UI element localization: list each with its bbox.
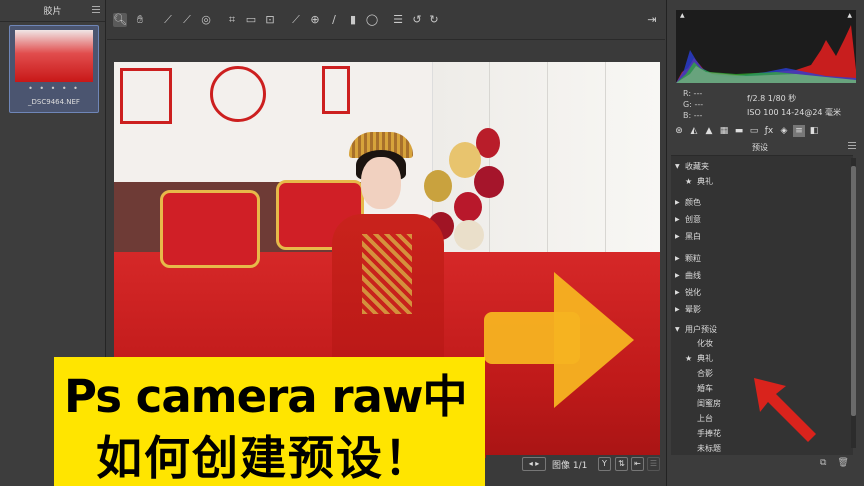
scrollbar-thumb[interactable]: [851, 166, 856, 416]
straighten-icon[interactable]: ▭: [244, 13, 258, 27]
filmstrip-thumbnail[interactable]: • • • • • _DSC9464.NEF: [9, 25, 99, 113]
image-count: 图像 1/1: [552, 461, 588, 471]
filmstrip-title: 胶片: [43, 7, 62, 17]
caption-line-1: Ps camera raw中: [64, 370, 467, 423]
thumbnail-filename: _DSC9464.NEF: [28, 98, 80, 106]
toolbar: 🔍︎ ✋︎ ⟋ ⟋ ◎ ⌗ ▭ ⊡ ⟋ ⊕ ∕ ▮ ◯ ☰ ↺ ↻ ⇥: [107, 0, 665, 40]
presets-menu-icon[interactable]: [848, 142, 856, 150]
iso-lens: ISO 100 14-24@24 毫米: [747, 108, 842, 117]
collapsed-icon: ▶: [675, 289, 680, 296]
delete-preset-icon[interactable]: 🗑︎: [837, 458, 848, 468]
fullscreen-icon[interactable]: ⇥: [645, 13, 659, 27]
before-after-y-button[interactable]: Y: [598, 457, 611, 471]
brush-icon[interactable]: ∕: [327, 13, 341, 27]
tab-lens-icon[interactable]: ▭: [748, 125, 760, 137]
red-arrow-annotation: [754, 378, 816, 442]
radial-filter-icon[interactable]: ◯: [365, 13, 379, 27]
tab-snapshots-icon[interactable]: ◧: [808, 125, 820, 137]
preferences-icon[interactable]: ☰: [391, 13, 405, 27]
preset-folder-favorites[interactable]: ▼ 收藏夹: [671, 160, 853, 174]
preset-folder-sharpen[interactable]: ▶ 锐化: [671, 286, 853, 300]
swap-settings-icon[interactable]: ⇅: [615, 457, 628, 471]
white-balance-icon[interactable]: ⟋: [161, 13, 175, 27]
tab-tone-curve-icon[interactable]: ◭: [688, 125, 700, 137]
zoom-icon[interactable]: 🔍︎: [113, 13, 127, 27]
preset-item[interactable]: ★ 典礼: [671, 352, 853, 366]
collapsed-icon: ▶: [675, 306, 680, 313]
wall-decoration: [210, 66, 266, 122]
collapsed-icon: ▶: [675, 255, 680, 262]
tab-calibration-icon[interactable]: ◈: [778, 125, 790, 137]
preset-item[interactable]: ★ 典礼: [671, 175, 853, 189]
rotate-left-icon[interactable]: ↺: [410, 13, 424, 27]
copy-settings-icon[interactable]: ⇤: [631, 457, 644, 471]
tab-detail-icon[interactable]: ▲: [703, 125, 715, 137]
transform-icon[interactable]: ⊡: [263, 13, 277, 27]
tab-presets-icon[interactable]: ≡: [793, 125, 805, 137]
camera-raw-window: 胶片 • • • • • _DSC9464.NEF 🔍︎ ✋︎ ⟋ ⟋ ◎ ⌗ …: [0, 0, 864, 486]
filmstrip-header: 胶片: [0, 0, 105, 22]
hand-icon[interactable]: ✋︎: [133, 13, 147, 27]
image-nav-arrows[interactable]: ◂ ▸: [522, 457, 546, 471]
preset-folder-vignette[interactable]: ▶ 晕影: [671, 303, 853, 317]
pillow: [160, 190, 260, 268]
expanded-icon: ▼: [675, 163, 680, 170]
bride-face: [361, 157, 401, 209]
rgb-readout: R: --- G: --- B: ---: [683, 88, 703, 121]
preset-folder-curve[interactable]: ▶ 曲线: [671, 269, 853, 283]
exif-readout: f/2.8 1/80 秒 ISO 100 14-24@24 毫米: [747, 92, 841, 120]
highlight-clip-icon[interactable]: ▲: [847, 12, 852, 19]
wall-decoration: [322, 66, 350, 114]
shadow-clip-icon[interactable]: ▲: [680, 12, 685, 19]
preset-folder-grain[interactable]: ▶ 颗粒: [671, 252, 853, 266]
g-value: G: ---: [683, 100, 704, 109]
preset-folder-color[interactable]: ▶ 颜色: [671, 196, 853, 210]
panel-tabs: ⊛ ◭ ▲ ▦ ▬ ▭ ƒx ◈ ≡ ◧: [673, 125, 859, 141]
presets-section-title: 预设: [752, 143, 768, 152]
histogram: ▲ ▲: [676, 10, 856, 83]
tab-basic-icon[interactable]: ⊛: [673, 125, 685, 137]
preset-item[interactable]: 未标题: [671, 442, 853, 456]
preset-folder-bw[interactable]: ▶ 黑白: [671, 230, 853, 244]
preset-folder-user[interactable]: ▼ 用户预设: [671, 323, 853, 337]
red-eye-icon[interactable]: ⊕: [308, 13, 322, 27]
b-value: B: ---: [683, 111, 703, 120]
tab-split-toning-icon[interactable]: ▬: [733, 125, 745, 137]
collapsed-icon: ▶: [675, 216, 680, 223]
caption-line-2: 如何创建预设！: [96, 431, 432, 485]
aperture-shutter: f/2.8 1/80 秒: [747, 94, 797, 103]
rotate-right-icon[interactable]: ↻: [427, 13, 441, 27]
target-adjust-icon[interactable]: ◎: [199, 13, 213, 27]
graduated-filter-icon[interactable]: ▮: [346, 13, 360, 27]
yellow-arrow-head: [554, 272, 634, 408]
thumbnail-rating[interactable]: • • • • •: [10, 84, 98, 93]
tab-hsl-icon[interactable]: ▦: [718, 125, 730, 137]
preset-folder-creative[interactable]: ▶ 创意: [671, 213, 853, 227]
crop-icon[interactable]: ⌗: [225, 13, 239, 27]
star-icon: ★: [685, 354, 693, 363]
image-status-bar: ◂ ▸ 图像 1/1 Y ⇅ ⇤ ☰: [486, 455, 665, 486]
expanded-icon: ▼: [675, 326, 680, 333]
panel-footer-icons: ⧉ 🗑︎: [820, 458, 849, 468]
toggle-preview-icon[interactable]: ☰: [647, 457, 660, 471]
spot-removal-icon[interactable]: ⟋: [289, 13, 303, 27]
presets-scrollbar[interactable]: [851, 158, 856, 448]
thumbnail-image: [15, 30, 93, 82]
preset-item[interactable]: 化妆: [671, 337, 853, 351]
collapsed-icon: ▶: [675, 272, 680, 279]
collapsed-icon: ▶: [675, 233, 680, 240]
collapsed-icon: ▶: [675, 199, 680, 206]
filmstrip-menu-icon[interactable]: [92, 6, 100, 15]
r-value: R: ---: [683, 89, 703, 98]
new-preset-icon[interactable]: ⧉: [820, 458, 826, 468]
tab-effects-icon[interactable]: ƒx: [763, 125, 775, 137]
wall-decoration: [120, 68, 172, 124]
star-icon: ★: [685, 177, 693, 186]
color-sampler-icon[interactable]: ⟋: [180, 13, 194, 27]
